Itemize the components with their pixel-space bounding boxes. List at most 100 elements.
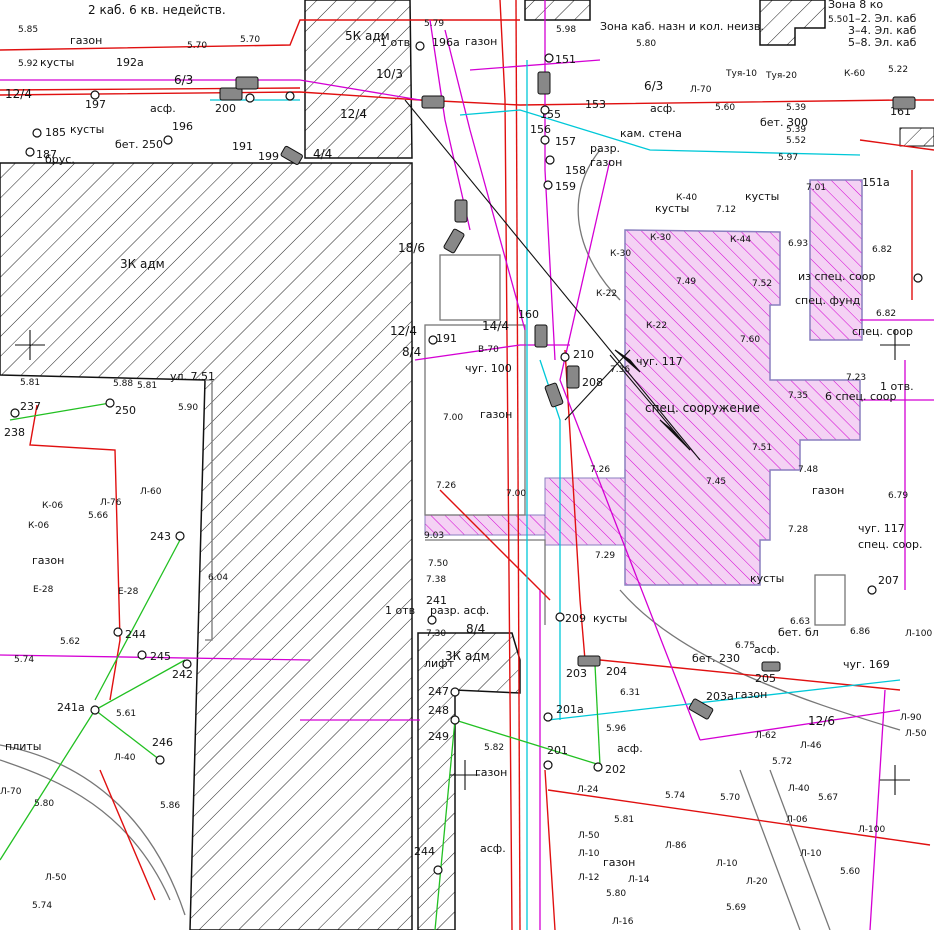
wall-block-right (899, 127, 934, 147)
cable-box (577, 655, 601, 667)
elevation-label: 9.03 (424, 531, 444, 541)
elevation-label: 5.50 (828, 15, 848, 25)
node-label: 151 (555, 53, 576, 66)
well-node (175, 531, 185, 541)
well-node (428, 335, 438, 345)
cable-mark: 10/3 (376, 67, 403, 81)
tree-label: Л-60 (140, 487, 162, 497)
tree-label: Л-50 (45, 873, 67, 883)
tree-label: К-30 (650, 233, 671, 243)
elevation-label: 6.86 (850, 627, 870, 637)
tree-label: Л-50 (905, 729, 927, 739)
node-label: 241 (426, 594, 447, 607)
lawn-label-5: газон (32, 554, 64, 567)
building-label-3k-left: 3К адм (120, 257, 165, 271)
node-label: 203 (566, 667, 587, 680)
elevation-label: 7.00 (506, 489, 526, 499)
node-label: 156 (530, 123, 551, 136)
elevation-label: 5.92 (18, 59, 38, 69)
building-3k-adm-bottom (417, 632, 521, 930)
elevation-label: 5.66 (88, 511, 108, 521)
lawn-label-7: газон (475, 766, 507, 779)
node-label: 160 (518, 308, 539, 321)
asphalt-label-1: асф. (150, 102, 176, 115)
well-node (543, 712, 553, 722)
elevation-label: 5.81 (20, 378, 40, 388)
legend-line-3: 5–8. Эл. каб (848, 36, 917, 49)
cable-box (443, 228, 465, 254)
node-label: 245 (150, 650, 171, 663)
well-node (155, 755, 165, 765)
bushes-label-1: кусты (40, 56, 74, 69)
tree-label: Е-28 (118, 587, 139, 597)
elevation-label: 7.51 (752, 443, 772, 453)
node-label: 153 (585, 98, 606, 111)
well-node (415, 41, 425, 51)
tree-label: Л-10 (800, 849, 822, 859)
lawn-label-8: газон (603, 856, 635, 869)
elevation-label: 5.52 (786, 136, 806, 146)
zone-cable-label: Зона каб. назн и кол. неизв. (600, 20, 764, 33)
building-top (524, 0, 591, 21)
elevation-label: 7.38 (426, 575, 446, 585)
lift-label: лифт (424, 657, 455, 670)
well-node (450, 687, 460, 697)
tree-label: Туя-20 (765, 71, 797, 81)
corner-117-label: чуг. 117 (636, 355, 683, 368)
node-label: 192а (116, 56, 144, 69)
tree-label: Л-40 (788, 784, 810, 794)
cable-box (544, 382, 564, 408)
node-label: 205 (755, 672, 776, 685)
elevation-legend-label: ул. 7.51 (170, 370, 215, 383)
node-label: 208 (582, 376, 603, 389)
tree-label: Л-62 (755, 731, 776, 741)
node-label: 185 (45, 126, 66, 139)
elevation-label: 5.70 (720, 793, 740, 803)
elevation-label: 7.60 (740, 335, 760, 345)
elevation-label: 5.86 (160, 801, 180, 811)
building-top-right (759, 0, 826, 46)
elevation-label: 7.12 (716, 205, 736, 215)
dir-1-otv-b-label: 1 отв (380, 36, 410, 49)
cable-header-label: 2 каб. 6 кв. недейств. (88, 3, 226, 17)
node-label: 247 (428, 685, 449, 698)
bushes-label-2: кусты (70, 123, 104, 136)
cable-mark: 8/4 (466, 622, 485, 636)
lawn-label-2: газон (465, 35, 497, 48)
node-label: 250 (115, 404, 136, 417)
cable-box (421, 95, 445, 109)
well-node (543, 760, 553, 770)
well-node (593, 762, 603, 772)
elevation-label: 5.60 (715, 103, 735, 113)
well-node (182, 659, 192, 669)
elevation-label: 5.79 (424, 19, 444, 29)
node-label: 201 (547, 744, 568, 757)
elevation-label: 6.82 (872, 245, 892, 255)
concrete-250-label: бет. 250 (115, 138, 163, 151)
ruined-label: разр. (590, 142, 620, 155)
tree-label: Л-90 (900, 713, 922, 723)
asphalt-label-5: асф. (480, 842, 506, 855)
elevation-label: 5.81 (614, 815, 634, 825)
well-node (545, 155, 555, 165)
node-label: 249 (428, 730, 449, 743)
tree-label: Л-14 (628, 875, 650, 885)
node-label: 151а (862, 176, 890, 189)
well-node (32, 128, 42, 138)
cable-mark: 12/4 (390, 324, 417, 338)
elevation-label: 5.80 (606, 889, 626, 899)
tree-label: Л-50 (578, 831, 600, 841)
elevation-label: 5.70 (187, 41, 207, 51)
node-label: 158 (565, 164, 586, 177)
well-node (245, 93, 255, 103)
tree-label: Л-100 (858, 825, 885, 835)
tree-label: Л-70 (690, 85, 712, 95)
tree-label: Л-70 (0, 787, 22, 797)
corner-117b-label: чуг. 117 (858, 522, 905, 535)
cable-box (235, 76, 259, 90)
node-label: 187 (36, 148, 57, 161)
elevation-label: 5.62 (60, 637, 80, 647)
node-label: 159 (555, 180, 576, 193)
node-label: 207 (878, 574, 899, 587)
elevation-label: 5.39 (786, 125, 806, 135)
